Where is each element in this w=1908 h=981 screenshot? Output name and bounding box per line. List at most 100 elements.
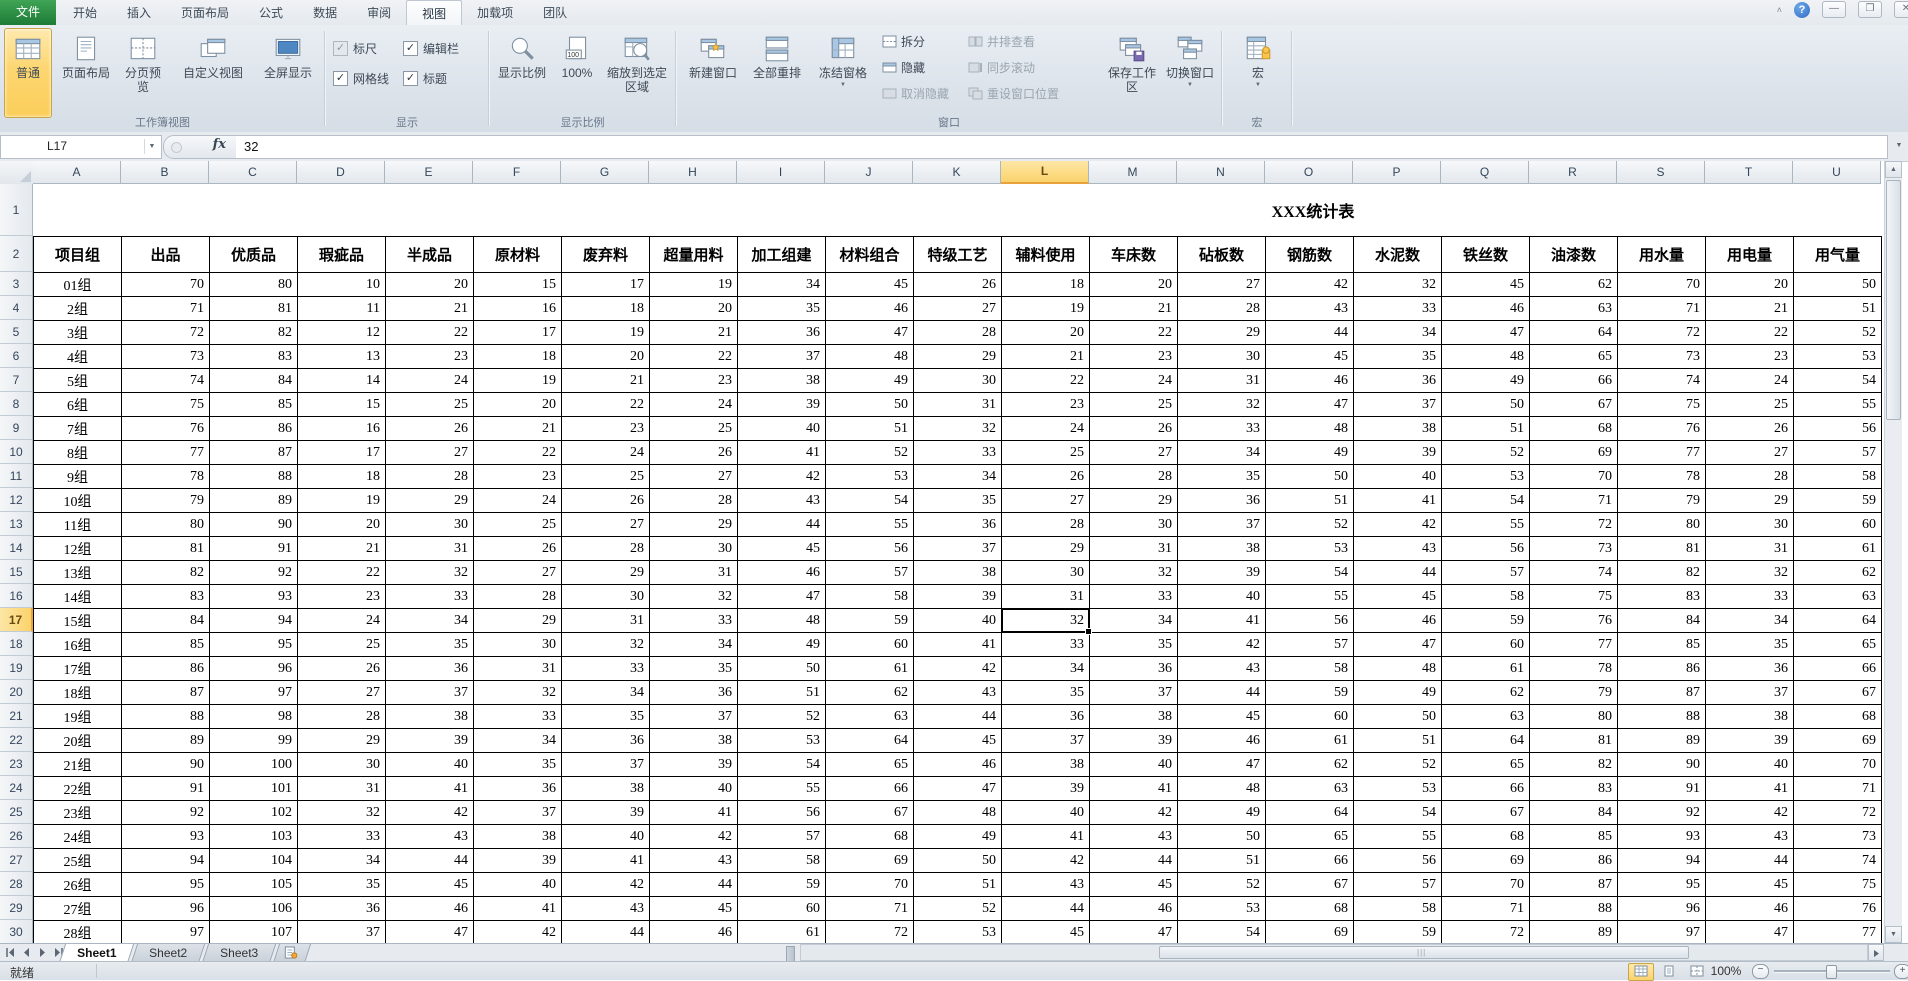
data-cell[interactable]: 35 xyxy=(386,633,474,657)
data-cell[interactable]: 77 xyxy=(122,441,210,465)
data-cell[interactable]: 34 xyxy=(562,681,650,705)
column-header-L[interactable]: L xyxy=(1001,161,1089,184)
data-cell[interactable]: 81 xyxy=(1618,537,1706,561)
data-cell[interactable]: 13 xyxy=(298,345,386,369)
help-icon[interactable]: ? xyxy=(1794,2,1810,18)
data-cell[interactable]: 85 xyxy=(1618,633,1706,657)
scroll-down-arrow-icon[interactable]: ▼ xyxy=(1885,926,1902,943)
data-cell[interactable]: 84 xyxy=(1618,609,1706,633)
data-cell[interactable]: 25 xyxy=(650,417,738,441)
data-cell[interactable]: 74 xyxy=(1794,849,1882,873)
data-cell[interactable]: 29 xyxy=(650,513,738,537)
data-cell[interactable]: 42 xyxy=(1706,801,1794,825)
data-cell[interactable]: 33 xyxy=(1178,417,1266,441)
data-cell[interactable]: 26 xyxy=(1002,465,1090,489)
data-cell[interactable]: 34 xyxy=(298,849,386,873)
data-cell[interactable]: 32 xyxy=(914,417,1002,441)
data-cell[interactable]: 78 xyxy=(122,465,210,489)
data-cell[interactable]: 68 xyxy=(1442,825,1530,849)
data-cell[interactable]: 103 xyxy=(210,825,298,849)
column-title-用电量[interactable]: 用电量 xyxy=(1706,237,1794,273)
data-cell[interactable]: 63 xyxy=(1794,585,1882,609)
row-header-8[interactable]: 8 xyxy=(0,392,33,416)
data-cell[interactable]: 47 xyxy=(826,321,914,345)
data-cell[interactable]: 41 xyxy=(1090,777,1178,801)
data-cell[interactable]: 18 xyxy=(1002,273,1090,297)
data-cell[interactable]: 38 xyxy=(562,777,650,801)
data-cell[interactable]: 31 xyxy=(386,537,474,561)
group-name-cell[interactable]: 21组 xyxy=(34,753,122,777)
data-cell[interactable]: 22 xyxy=(298,561,386,585)
data-cell[interactable]: 58 xyxy=(1442,585,1530,609)
data-cell[interactable]: 60 xyxy=(826,633,914,657)
data-cell[interactable]: 66 xyxy=(1530,369,1618,393)
data-cell[interactable]: 19 xyxy=(298,489,386,513)
data-cell[interactable]: 40 xyxy=(562,825,650,849)
data-cell[interactable]: 37 xyxy=(738,345,826,369)
data-cell[interactable]: 48 xyxy=(1178,777,1266,801)
data-cell[interactable]: 32 xyxy=(1706,561,1794,585)
group-name-cell[interactable]: 9组 xyxy=(34,465,122,489)
data-cell[interactable]: 20 xyxy=(474,393,562,417)
data-cell[interactable]: 67 xyxy=(1442,801,1530,825)
checkbox-标尺[interactable]: ✓标尺 xyxy=(333,40,403,57)
data-cell[interactable]: 23 xyxy=(386,345,474,369)
data-cell[interactable]: 50 xyxy=(914,849,1002,873)
data-cell[interactable]: 52 xyxy=(1266,513,1354,537)
data-cell[interactable]: 68 xyxy=(1530,417,1618,441)
tab-团队[interactable]: 团队 xyxy=(528,0,582,25)
data-cell[interactable]: 69 xyxy=(826,849,914,873)
data-cell[interactable]: 37 xyxy=(1002,729,1090,753)
data-cell[interactable]: 60 xyxy=(1266,705,1354,729)
data-cell[interactable]: 31 xyxy=(1002,585,1090,609)
column-title-砧板数[interactable]: 砧板数 xyxy=(1178,237,1266,273)
data-cell[interactable]: 46 xyxy=(914,753,1002,777)
data-cell[interactable]: 62 xyxy=(1530,273,1618,297)
data-cell[interactable]: 32 xyxy=(562,633,650,657)
data-cell[interactable]: 41 xyxy=(474,897,562,921)
data-cell[interactable]: 34 xyxy=(650,633,738,657)
data-cell[interactable]: 35 xyxy=(474,753,562,777)
scroll-up-arrow-icon[interactable]: ▲ xyxy=(1885,161,1902,178)
close-icon[interactable]: ✕ xyxy=(1894,1,1908,18)
scroll-right-arrow[interactable] xyxy=(1868,944,1884,961)
data-cell[interactable]: 50 xyxy=(1354,705,1442,729)
data-cell[interactable]: 75 xyxy=(1530,585,1618,609)
data-cell[interactable]: 70 xyxy=(826,873,914,897)
data-cell[interactable]: 70 xyxy=(1442,873,1530,897)
data-cell[interactable]: 68 xyxy=(826,825,914,849)
data-cell[interactable]: 49 xyxy=(914,825,1002,849)
tab-公式[interactable]: 公式 xyxy=(244,0,298,25)
data-cell[interactable]: 20 xyxy=(386,273,474,297)
freeze-panes-button[interactable]: 冻结窗格 ▼ xyxy=(810,28,876,118)
data-cell[interactable]: 20 xyxy=(1002,321,1090,345)
data-cell[interactable]: 43 xyxy=(1354,537,1442,561)
data-cell[interactable]: 38 xyxy=(386,705,474,729)
row-header-22[interactable]: 22 xyxy=(0,728,33,752)
data-cell[interactable]: 83 xyxy=(1618,585,1706,609)
data-cell[interactable]: 38 xyxy=(474,825,562,849)
data-cell[interactable]: 45 xyxy=(1706,873,1794,897)
data-cell[interactable]: 40 xyxy=(738,417,826,441)
data-cell[interactable]: 107 xyxy=(210,921,298,944)
data-cell[interactable]: 52 xyxy=(738,705,826,729)
data-cell[interactable]: 27 xyxy=(1090,441,1178,465)
data-cell[interactable]: 31 xyxy=(474,657,562,681)
data-cell[interactable]: 30 xyxy=(914,369,1002,393)
data-cell[interactable]: 33 xyxy=(1706,585,1794,609)
data-cell[interactable]: 36 xyxy=(1354,369,1442,393)
data-cell[interactable]: 95 xyxy=(210,633,298,657)
restore-icon[interactable]: ❐ xyxy=(1858,1,1882,18)
data-cell[interactable]: 34 xyxy=(474,729,562,753)
data-cell[interactable]: 25 xyxy=(1090,393,1178,417)
row-header-3[interactable]: 3 xyxy=(0,272,33,296)
data-cell[interactable]: 35 xyxy=(738,297,826,321)
data-cell[interactable]: 29 xyxy=(474,609,562,633)
data-cell[interactable]: 34 xyxy=(738,273,826,297)
data-cell[interactable]: 55 xyxy=(1442,513,1530,537)
save-workspace-button[interactable]: 保存工作区 xyxy=(1106,28,1158,118)
data-cell[interactable]: 30 xyxy=(386,513,474,537)
data-cell[interactable]: 37 xyxy=(914,537,1002,561)
unhide-button[interactable]: 取消隐藏 xyxy=(882,82,949,104)
data-cell[interactable]: 73 xyxy=(122,345,210,369)
